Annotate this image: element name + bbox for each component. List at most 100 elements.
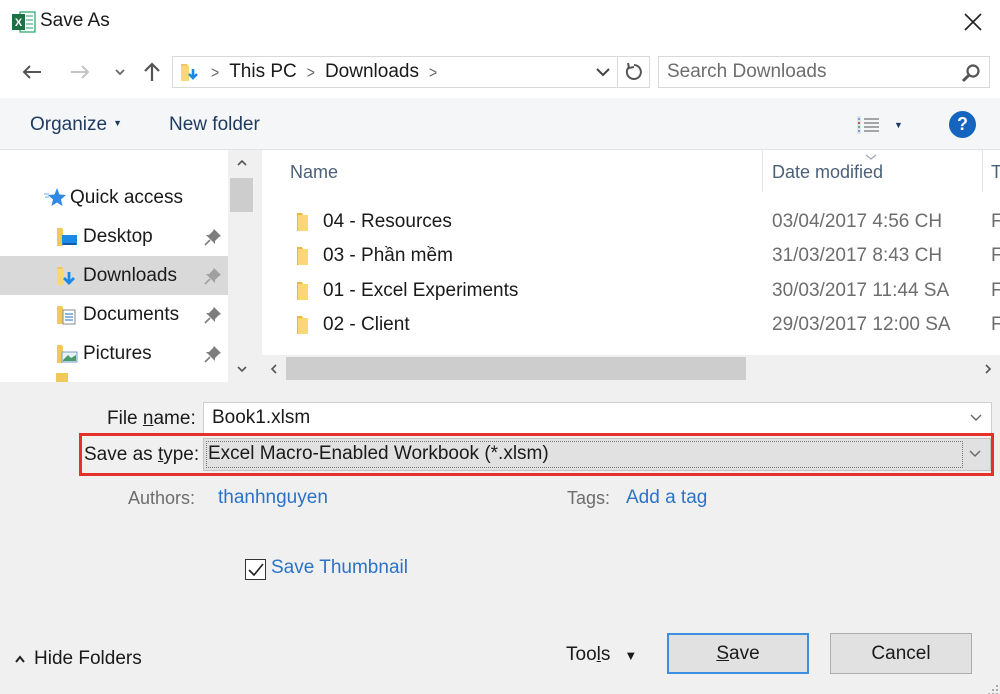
star-icon	[44, 186, 66, 214]
column-divider[interactable]	[762, 150, 763, 192]
button-label: ave	[729, 642, 760, 664]
accelerator-key: n	[142, 408, 154, 429]
desktop-folder-icon	[56, 226, 78, 254]
scroll-right-button[interactable]	[976, 355, 1000, 382]
scrollbar-thumb[interactable]	[286, 357, 746, 380]
refresh-button[interactable]	[618, 56, 650, 88]
file-name-label: File name:	[107, 408, 196, 430]
breadcrumb-this-pc[interactable]: This PC	[229, 61, 297, 83]
address-history-dropdown[interactable]	[595, 62, 611, 87]
chevron-up-icon	[15, 655, 25, 663]
downloads-folder-icon	[56, 265, 78, 293]
chevron-down-icon	[115, 69, 125, 76]
title-bar	[0, 0, 1000, 46]
new-folder-button[interactable]: New folder	[169, 114, 260, 136]
file-name: 03 - Phần mềm	[323, 245, 453, 266]
address-bar[interactable]: > This PC > Downloads >	[172, 56, 618, 88]
scroll-up-button[interactable]	[228, 152, 255, 174]
pin-icon[interactable]	[204, 306, 222, 330]
nav-item-label: Pictures	[83, 342, 152, 364]
pin-icon[interactable]	[204, 267, 222, 291]
close-button[interactable]	[950, 2, 996, 42]
pin-icon[interactable]	[204, 345, 222, 369]
folder-icon	[296, 315, 310, 340]
file-name: 02 - Client	[323, 314, 410, 335]
details-view-icon	[857, 116, 879, 134]
chevron-left-icon	[270, 363, 277, 374]
save-as-type-dropdown[interactable]: Excel Macro-Enabled Workbook (*.xlsm)	[203, 438, 991, 471]
chevron-down-icon	[596, 68, 610, 77]
caret-down-icon: ▼	[624, 647, 638, 663]
downloads-folder-icon	[181, 64, 198, 81]
save-thumbnail-label[interactable]: Save Thumbnail	[271, 557, 408, 579]
breadcrumb-downloads[interactable]: Downloads	[325, 61, 419, 83]
hide-folders-button[interactable]: Hide Folders	[14, 648, 142, 670]
search-box[interactable]	[658, 56, 990, 88]
scroll-left-button[interactable]	[262, 355, 286, 382]
save-as-type-value: Excel Macro-Enabled Workbook (*.xlsm)	[208, 443, 549, 464]
recent-locations-button[interactable]	[106, 56, 134, 88]
nav-item-documents[interactable]: Documents	[0, 295, 228, 334]
nav-item-pictures[interactable]: Pictures	[0, 334, 228, 373]
scroll-down-button[interactable]	[228, 358, 255, 380]
documents-folder-icon	[56, 304, 78, 332]
file-row[interactable]: 03 - Phần mềm 31/03/2017 8:43 CH F	[262, 239, 1000, 273]
folder-icon	[56, 373, 68, 382]
change-view-button[interactable]: ▼	[856, 112, 908, 138]
label-text: Too	[566, 644, 597, 665]
cancel-button[interactable]: Cancel	[830, 633, 972, 674]
scrollbar-thumb[interactable]	[230, 178, 253, 212]
authors-label: Authors:	[128, 488, 196, 508]
nav-item-label: Quick access	[70, 186, 183, 208]
caret-down-icon: ▼	[894, 120, 903, 130]
hide-folders-label: Hide Folders	[34, 648, 142, 669]
add-tag-link[interactable]: Add a tag	[626, 487, 707, 509]
caret-down-icon: ▼	[113, 118, 123, 128]
file-date: 03/04/2017 4:56 CH	[772, 211, 943, 232]
tools-menu[interactable]: Tools ▼	[566, 644, 637, 666]
file-row[interactable]: 02 - Client 29/03/2017 12:00 SA F	[262, 308, 1000, 342]
label-text: s	[600, 644, 611, 665]
nav-item-label: Documents	[83, 303, 180, 325]
file-name-input[interactable]	[212, 406, 952, 430]
column-divider[interactable]	[982, 150, 983, 192]
help-button[interactable]: ?	[949, 111, 976, 138]
command-bar	[0, 98, 1000, 150]
back-button[interactable]	[18, 56, 46, 88]
save-thumbnail-checkbox[interactable]	[245, 559, 266, 580]
nav-item-desktop[interactable]: Desktop	[0, 217, 228, 256]
breadcrumb-separator[interactable]: >	[211, 62, 219, 81]
save-button[interactable]: Save	[667, 633, 809, 674]
folder-icon	[296, 281, 310, 306]
nav-item-quick-access[interactable]: Quick access	[0, 178, 228, 217]
search-icon[interactable]	[961, 63, 981, 83]
file-name-combobox[interactable]	[203, 402, 992, 434]
organize-label: Organize	[30, 114, 108, 135]
chevron-down-icon	[236, 366, 247, 373]
nav-item-downloads[interactable]: Downloads	[0, 256, 228, 295]
breadcrumb-separator[interactable]: >	[307, 62, 315, 81]
pictures-folder-icon	[56, 343, 78, 371]
file-row[interactable]: 01 - Excel Experiments 30/03/2017 11:44 …	[262, 274, 1000, 308]
nav-item-label: Desktop	[83, 225, 153, 247]
up-button[interactable]	[138, 56, 166, 88]
file-row[interactable]: 04 - Resources 03/04/2017 4:56 CH F	[262, 205, 1000, 239]
file-type: F	[991, 211, 1000, 232]
svg-text:X: X	[15, 17, 23, 29]
excel-icon: X	[12, 11, 36, 33]
search-input[interactable]	[667, 59, 957, 85]
column-header-type[interactable]: T	[991, 162, 1000, 183]
breadcrumb-separator[interactable]: >	[429, 62, 437, 81]
pin-icon[interactable]	[204, 228, 222, 252]
chevron-down-icon[interactable]	[968, 447, 982, 461]
resize-grip[interactable]	[988, 682, 998, 694]
chevron-down-icon[interactable]	[969, 411, 983, 425]
forward-button[interactable]	[66, 56, 94, 88]
column-header-date-modified[interactable]: Date modified	[772, 162, 883, 183]
column-header-name[interactable]: Name	[290, 162, 338, 183]
save-as-type-label: Save as type:	[84, 444, 199, 466]
organize-menu[interactable]: Organize ▼	[30, 114, 122, 136]
authors-value[interactable]: thanhnguyen	[218, 487, 328, 509]
file-name: 01 - Excel Experiments	[323, 280, 519, 301]
file-date: 30/03/2017 11:44 SA	[772, 280, 950, 301]
